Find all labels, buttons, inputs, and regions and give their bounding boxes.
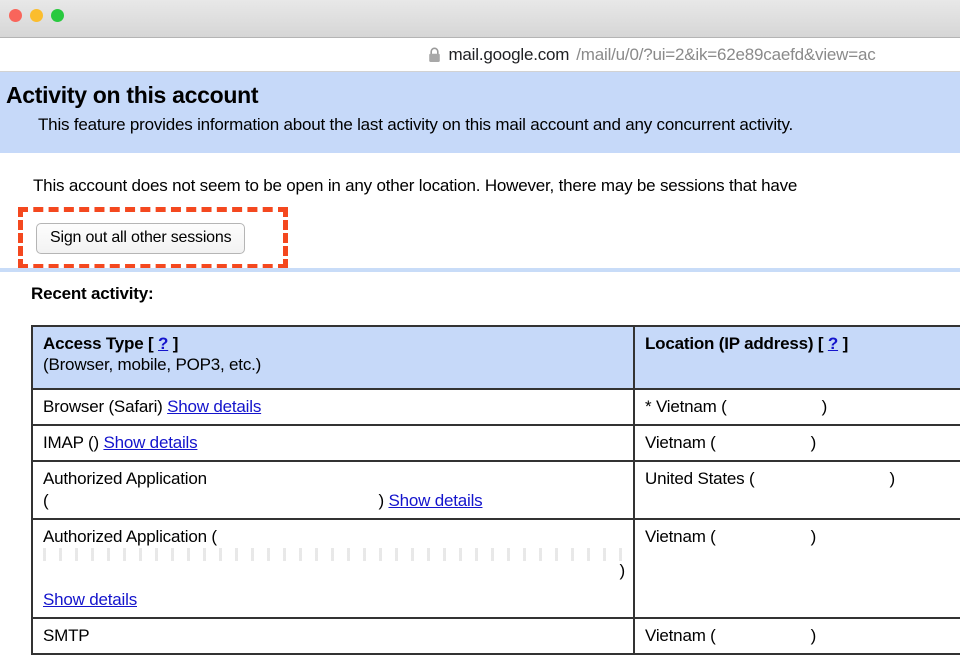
cell-location: * Vietnam () bbox=[633, 388, 960, 426]
page-title: Activity on this account bbox=[6, 82, 259, 108]
close-window-button[interactable] bbox=[9, 9, 22, 22]
location-text: * Vietnam ( bbox=[645, 397, 727, 416]
table-body: Browser (Safari) Show details * Vietnam … bbox=[31, 388, 960, 655]
location-paren-close: ) bbox=[821, 397, 828, 416]
cell-access-type: SMTP bbox=[31, 617, 635, 655]
page-subtitle: This feature provides information about … bbox=[38, 115, 794, 134]
table-row: Authorized Application ( ) Show details … bbox=[31, 518, 960, 619]
column-header-location-label: Location (IP address) bbox=[645, 334, 814, 353]
access-type-text: SMTP bbox=[43, 626, 90, 645]
show-details-link[interactable]: Show details bbox=[167, 397, 261, 416]
table-head: Access Type [ ? ] (Browser, mobile, POP3… bbox=[31, 325, 960, 390]
access-type-text: Authorized Application bbox=[43, 469, 207, 488]
location-text: Vietnam ( bbox=[645, 626, 716, 645]
location-text: United States ( bbox=[645, 469, 755, 488]
access-type-text: IMAP () bbox=[43, 433, 99, 452]
access-type-help-bracket-open: [ bbox=[143, 334, 159, 353]
recent-activity-table: Access Type [ ? ] (Browser, mobile, POP3… bbox=[31, 325, 960, 655]
table-row: Authorized Application () Show details U… bbox=[31, 460, 960, 520]
app-paren-close: ) bbox=[619, 561, 626, 580]
minimize-window-button[interactable] bbox=[30, 9, 43, 22]
section-divider bbox=[0, 268, 960, 272]
show-details-link[interactable]: Show details bbox=[43, 590, 633, 610]
cell-access-type: Browser (Safari) Show details bbox=[31, 388, 635, 426]
location-text: Vietnam ( bbox=[645, 433, 716, 452]
browser-window: mail.google.com /mail/u/0/?ui=2&ik=62e89… bbox=[0, 0, 960, 659]
address-bar[interactable]: mail.google.com /mail/u/0/?ui=2&ik=62e89… bbox=[0, 39, 960, 72]
access-type-text: Authorized Application ( bbox=[43, 527, 217, 546]
location-help-bracket-close: ] bbox=[838, 334, 849, 353]
cell-location: United States () bbox=[633, 460, 960, 520]
access-type-text: Browser (Safari) bbox=[43, 397, 163, 416]
location-help-link[interactable]: ? bbox=[828, 334, 838, 353]
location-paren-close: ) bbox=[810, 527, 817, 546]
traffic-light-controls bbox=[9, 9, 64, 22]
url-display[interactable]: mail.google.com /mail/u/0/?ui=2&ik=62e89… bbox=[428, 45, 876, 65]
signout-section: Sign out all other sessions bbox=[0, 207, 960, 272]
url-path: /mail/u/0/?ui=2&ik=62e89caefd&view=ac bbox=[576, 45, 876, 64]
app-paren-open: ( bbox=[43, 491, 49, 510]
url-domain: mail.google.com bbox=[448, 45, 570, 64]
column-header-access-type-label: Access Type bbox=[43, 334, 144, 353]
app-name-blurred-redaction bbox=[43, 548, 633, 561]
account-status-message: This account does not seem to be open in… bbox=[33, 176, 798, 195]
cell-access-type: IMAP () Show details bbox=[31, 424, 635, 462]
location-paren-close: ) bbox=[810, 626, 817, 645]
column-header-access-type: Access Type [ ? ] (Browser, mobile, POP3… bbox=[31, 325, 635, 390]
access-type-help-link[interactable]: ? bbox=[158, 334, 168, 353]
table-row: Browser (Safari) Show details * Vietnam … bbox=[31, 388, 960, 426]
cell-access-type: Authorized Application () Show details bbox=[31, 460, 635, 520]
access-type-help-bracket-close: ] bbox=[168, 334, 179, 353]
column-header-access-type-subtitle: (Browser, mobile, POP3, etc.) bbox=[43, 355, 262, 374]
location-text: Vietnam ( bbox=[645, 527, 716, 546]
access-type-detail-line: () Show details bbox=[43, 491, 633, 511]
gmail-activity-page: Activity on this account This feature pr… bbox=[0, 72, 960, 659]
column-header-location: Location (IP address) [ ? ] bbox=[633, 325, 960, 390]
table-header-row: Access Type [ ? ] (Browser, mobile, POP3… bbox=[31, 325, 960, 390]
location-paren-close: ) bbox=[889, 469, 895, 488]
cell-location: Vietnam () bbox=[633, 424, 960, 462]
activity-banner: Activity on this account This feature pr… bbox=[0, 72, 960, 153]
location-paren-close: ) bbox=[810, 433, 817, 452]
cell-location: Vietnam () bbox=[633, 518, 960, 619]
cell-location: Vietnam () bbox=[633, 617, 960, 655]
lock-icon bbox=[429, 47, 441, 62]
table-row: SMTP Vietnam () bbox=[31, 617, 960, 655]
recent-activity-heading: Recent activity: bbox=[31, 284, 154, 303]
sign-out-all-other-sessions-button[interactable]: Sign out all other sessions bbox=[36, 223, 246, 254]
location-help-bracket-open: [ bbox=[813, 334, 828, 353]
show-details-link[interactable]: Show details bbox=[388, 491, 482, 510]
table-row: IMAP () Show details Vietnam () bbox=[31, 424, 960, 462]
cell-access-type: Authorized Application ( ) Show details bbox=[31, 518, 635, 619]
maximize-window-button[interactable] bbox=[51, 9, 64, 22]
show-details-link[interactable]: Show details bbox=[103, 433, 197, 452]
app-paren-close: ) bbox=[378, 491, 384, 510]
window-titlebar bbox=[0, 0, 960, 38]
